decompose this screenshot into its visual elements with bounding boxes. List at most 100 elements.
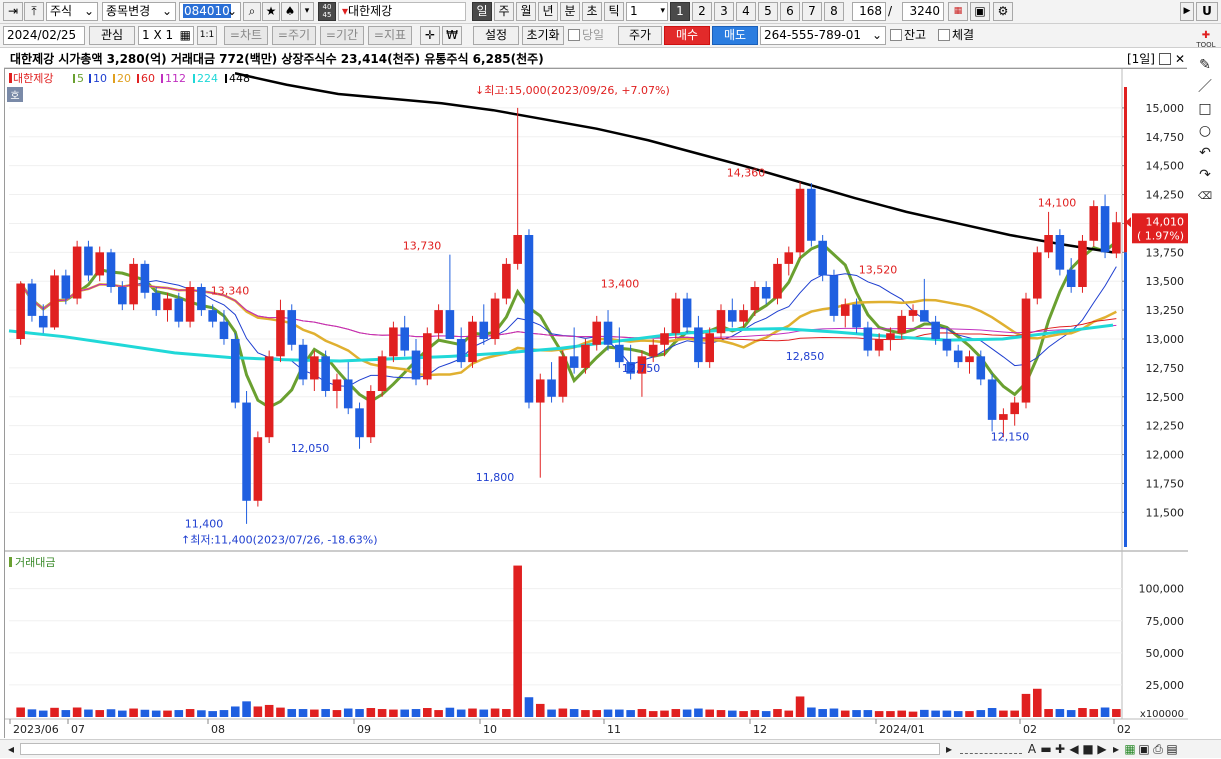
period-button-3[interactable]: 년 bbox=[538, 2, 558, 21]
play-right-icon[interactable]: ▶ bbox=[1096, 740, 1108, 759]
top-toolbar: ⇥ ⤒ 주식 ⌄ 종목변경 ⌄ 084010 ⌄ ⌕ ★ ♠ ▾ 40 45 ▾대한제… bbox=[0, 0, 1221, 24]
grid-icon[interactable]: ▦ bbox=[948, 2, 968, 21]
save-icon[interactable]: ▣ bbox=[970, 2, 990, 21]
display-count-input[interactable]: 168 bbox=[852, 2, 886, 21]
number-button-5[interactable]: 5 bbox=[758, 2, 778, 21]
crosshair-icon[interactable]: ✛ bbox=[420, 26, 440, 45]
period-button-4[interactable]: 분 bbox=[560, 2, 580, 21]
period-value-select[interactable]: 1 ▾ bbox=[626, 2, 668, 21]
save-icon[interactable]: ▣ bbox=[1138, 740, 1150, 759]
candle-body bbox=[423, 333, 432, 380]
fill-checkbox[interactable] bbox=[938, 29, 950, 41]
period-button-1[interactable]: 주 bbox=[494, 2, 514, 21]
won-icon[interactable]: ₩ bbox=[442, 26, 462, 45]
chart-svg[interactable]: 15,00014,75014,50014,25014,00013,75013,5… bbox=[5, 69, 1188, 739]
chart-menu-button[interactable]: =차트 bbox=[224, 26, 268, 45]
excel-icon[interactable]: ▦ bbox=[1124, 740, 1136, 759]
star-icon[interactable]: ★ bbox=[262, 2, 280, 21]
redo-icon[interactable]: ↷ bbox=[1196, 166, 1214, 184]
search-icon[interactable]: ⌕ bbox=[243, 2, 261, 21]
number-button-3[interactable]: 3 bbox=[714, 2, 734, 21]
volume-unit: x100000 bbox=[1140, 709, 1184, 720]
candle-body bbox=[671, 298, 681, 334]
scroll-track[interactable] bbox=[20, 743, 940, 755]
pin-icon[interactable]: ⇥ bbox=[3, 2, 23, 21]
balance-checkbox[interactable] bbox=[890, 29, 902, 41]
period-button-5[interactable]: 초 bbox=[582, 2, 602, 21]
candle-body bbox=[1044, 235, 1053, 253]
market-select[interactable]: 주식 ⌄ bbox=[46, 2, 98, 21]
interest-button[interactable]: 관심 bbox=[89, 26, 135, 45]
volume-bar bbox=[332, 710, 342, 717]
zoom-slider[interactable] bbox=[960, 744, 1022, 754]
buy-button[interactable]: 매수 bbox=[664, 26, 710, 45]
undo-icon[interactable]: ↶ bbox=[1196, 144, 1214, 162]
date-value: 2024/02/25 bbox=[7, 28, 77, 42]
price-button[interactable]: 주가 bbox=[618, 26, 662, 45]
today-checkbox[interactable] bbox=[568, 29, 580, 41]
stock-code-input[interactable]: 084010 ⌄ bbox=[179, 2, 241, 21]
gear-icon[interactable]: ⚙ bbox=[993, 2, 1013, 21]
side-badge[interactable]: 40 45 bbox=[318, 2, 336, 21]
volume-bar bbox=[321, 709, 330, 717]
period-button-6[interactable]: 틱 bbox=[604, 2, 624, 21]
one-one-button[interactable]: 1:1 bbox=[197, 26, 217, 45]
play-left-icon[interactable]: ◀ bbox=[1068, 740, 1080, 759]
pencil-icon[interactable]: ✎ bbox=[1196, 56, 1214, 74]
scroll-right-icon[interactable]: ▸ bbox=[942, 740, 956, 759]
number-button-2[interactable]: 2 bbox=[692, 2, 712, 21]
number-button-4[interactable]: 4 bbox=[736, 2, 756, 21]
settings-button[interactable]: 설정 bbox=[473, 26, 519, 45]
circle-icon[interactable]: ○ bbox=[1196, 122, 1214, 140]
candle-body bbox=[942, 339, 952, 351]
volume-bar bbox=[524, 697, 534, 717]
play-icon[interactable]: ▶ bbox=[1180, 2, 1194, 21]
stock-name-field[interactable]: ▾대한제강 bbox=[338, 2, 466, 21]
account-select[interactable]: 264-555-789-01 ⌄ bbox=[760, 26, 886, 45]
range-menu-button[interactable]: =기간 bbox=[320, 26, 364, 45]
period-menu-button[interactable]: =주기 bbox=[272, 26, 316, 45]
change-stock-select[interactable]: 종목변경 ⌄ bbox=[102, 2, 176, 21]
minus-icon[interactable]: ▬ bbox=[1040, 740, 1052, 759]
chart-area[interactable]: 15,00014,75014,50014,25014,00013,75013,5… bbox=[4, 68, 1188, 739]
date-input[interactable]: 2024/02/25 bbox=[3, 26, 85, 45]
scroll-left-icon[interactable]: ◂ bbox=[4, 740, 18, 759]
close-icon[interactable]: ✕ bbox=[1175, 50, 1185, 68]
total-count-field: 3240 bbox=[902, 2, 944, 21]
table-icon[interactable]: ▤ bbox=[1166, 740, 1178, 759]
spade-icon[interactable]: ♠ bbox=[281, 2, 299, 21]
number-button-8[interactable]: 8 bbox=[824, 2, 844, 21]
volume-bar bbox=[547, 709, 556, 717]
volume-bar bbox=[795, 696, 805, 717]
chevron-down-icon[interactable]: ▾ bbox=[300, 2, 314, 21]
volume-bar bbox=[411, 709, 421, 717]
volume-bar bbox=[886, 711, 895, 717]
candle-body bbox=[592, 321, 602, 345]
step-icon[interactable]: ▸ bbox=[1110, 740, 1122, 759]
candle-body bbox=[332, 379, 342, 391]
period-button-2[interactable]: 월 bbox=[516, 2, 536, 21]
font-size-icon[interactable]: A bbox=[1026, 740, 1038, 759]
stop-icon[interactable]: ■ bbox=[1082, 740, 1094, 759]
volume-bar bbox=[423, 708, 432, 717]
u-button[interactable]: U bbox=[1196, 2, 1218, 21]
print-icon[interactable]: ⎙ bbox=[1152, 740, 1164, 759]
number-button-1[interactable]: 1 bbox=[670, 2, 690, 21]
candle-body bbox=[795, 188, 805, 253]
number-button-6[interactable]: 6 bbox=[780, 2, 800, 21]
sell-button[interactable]: 매도 bbox=[712, 26, 758, 45]
number-button-7[interactable]: 7 bbox=[802, 2, 822, 21]
rectangle-icon[interactable]: □ bbox=[1196, 100, 1214, 118]
indicator-menu-button[interactable]: =지표 bbox=[368, 26, 412, 45]
candle-body bbox=[1112, 222, 1121, 254]
line-icon[interactable]: ／ bbox=[1196, 78, 1214, 96]
maximize-icon[interactable] bbox=[1159, 53, 1171, 65]
up-arrow-icon[interactable]: ⤒ bbox=[24, 2, 44, 21]
erase-all-icon[interactable]: ⌫ bbox=[1196, 188, 1214, 206]
grid-layout-field[interactable]: 1 X 1 ▦ bbox=[138, 26, 194, 45]
legend-marker bbox=[225, 74, 227, 83]
period-button-0[interactable]: 일 bbox=[472, 2, 492, 21]
volume-bar bbox=[637, 709, 647, 717]
plus-icon[interactable]: ✚ bbox=[1054, 740, 1066, 759]
reset-button[interactable]: 초기화 bbox=[522, 26, 564, 45]
